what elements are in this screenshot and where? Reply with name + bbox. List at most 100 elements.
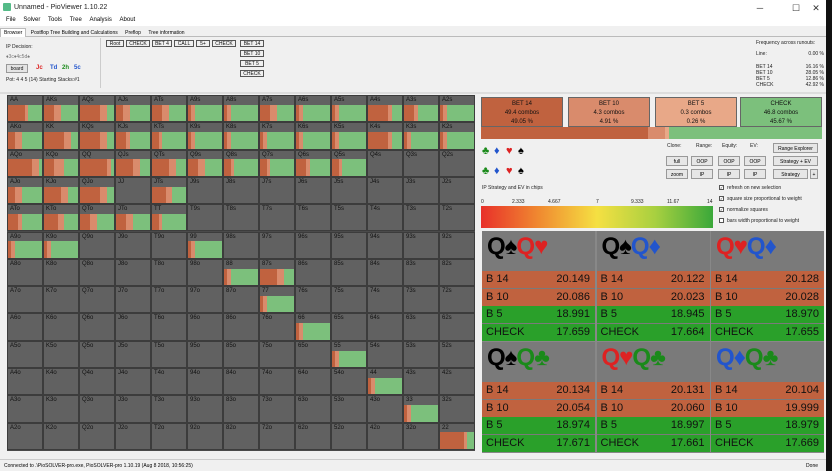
hand-cell-k7s[interactable]: K7s — [259, 122, 295, 150]
hand-cell-55[interactable]: 55 — [331, 340, 367, 368]
nav-bet-4[interactable]: BET 4 — [152, 40, 172, 47]
hand-cell-k3s[interactable]: K3s — [403, 122, 439, 150]
hand-cell-kjs[interactable]: KJs — [115, 122, 151, 150]
hand-cell-jto[interactable]: JTo — [115, 204, 151, 232]
range-explorer-button[interactable]: Range Explorer — [773, 143, 818, 153]
tab-postflop[interactable]: Postflop Tree Building and Calculations — [28, 29, 121, 37]
hand-cell-t8s[interactable]: T8s — [223, 204, 259, 232]
menu-analysis[interactable]: Analysis — [90, 17, 112, 23]
hand-cell-a7s[interactable]: A7s — [259, 95, 295, 123]
hand-cell-74o[interactable]: 74o — [259, 368, 295, 396]
hand-cell-q8s[interactable]: Q8s — [223, 149, 259, 177]
refresh-checkbox[interactable]: ✓ — [719, 185, 724, 190]
hand-cell-j6s[interactable]: J6s — [295, 176, 331, 205]
hand-cell-a3s[interactable]: A3s — [403, 95, 439, 123]
hand-cell-93o[interactable]: 93o — [187, 395, 223, 423]
diamond-filter-icon[interactable]: ♦ — [494, 165, 500, 177]
hand-cell-k3o[interactable]: K3o — [43, 395, 79, 423]
hand-cell-q5o[interactable]: Q5o — [79, 340, 115, 368]
hand-cell-kk[interactable]: KK — [43, 122, 79, 150]
combo-cell[interactable]: Q♠Q♥ B 14 20.149 B 10 20.086 B 5 18.991 CHECK 17… — [482, 231, 595, 341]
hand-cell-42o[interactable]: 42o — [367, 422, 403, 450]
hand-cell-t5s[interactable]: T5s — [331, 204, 367, 232]
hand-cell-73o[interactable]: 73o — [259, 395, 295, 423]
maximize-button[interactable]: ☐ — [786, 2, 806, 14]
hand-cell-53s[interactable]: 53s — [403, 340, 439, 368]
hand-cell-j4s[interactable]: J4s — [367, 176, 403, 205]
hand-cell-k9s[interactable]: K9s — [187, 122, 223, 150]
hand-cell-22[interactable]: 22 — [439, 422, 475, 450]
hand-cell-q9o[interactable]: Q9o — [79, 231, 115, 259]
hand-cell-ajo[interactable]: AJo — [7, 176, 43, 205]
hand-cell-52s[interactable]: 52s — [439, 340, 475, 368]
hand-cell-a3o[interactable]: A3o — [7, 395, 43, 423]
nav-bet-10[interactable]: BET 10 — [240, 50, 264, 57]
hand-cell-q2o[interactable]: Q2o — [79, 422, 115, 450]
hand-cell-83s[interactable]: 83s — [403, 258, 439, 287]
hand-cell-a4o[interactable]: A4o — [7, 368, 43, 396]
hand-cell-a8o[interactable]: A8o — [7, 258, 43, 287]
hand-cell-tt[interactable]: TT — [151, 204, 187, 232]
hand-cell-a7o[interactable]: A7o — [7, 286, 43, 314]
combo-cell[interactable]: Q♥Q♦ B 14 20.128 B 10 20.028 B 5 18.970 CHECK 17… — [711, 231, 824, 341]
hand-cell-q8o[interactable]: Q8o — [79, 258, 115, 287]
hand-cell-k2s[interactable]: K2s — [439, 122, 475, 150]
hand-cell-63s[interactable]: 63s — [403, 313, 439, 341]
hand-cell-q6s[interactable]: Q6s — [295, 149, 331, 177]
clone-zoom-button[interactable]: zoom — [666, 169, 688, 179]
menu-solver[interactable]: Solver — [23, 17, 40, 23]
strategy-button[interactable]: Strategy — [773, 169, 808, 179]
tab-browser[interactable]: Browser — [0, 28, 27, 37]
hand-cell-t4s[interactable]: T4s — [367, 204, 403, 232]
hand-cell-aqs[interactable]: AQs — [79, 95, 115, 123]
hand-cell-a4s[interactable]: A4s — [367, 95, 403, 123]
hand-cell-k4s[interactable]: K4s — [367, 122, 403, 150]
hand-cell-72o[interactable]: 72o — [259, 422, 295, 450]
close-button[interactable]: ✕ — [806, 2, 826, 14]
hand-cell-q4s[interactable]: Q4s — [367, 149, 403, 177]
hand-cell-q3s[interactable]: Q3s — [403, 149, 439, 177]
hand-cell-83o[interactable]: 83o — [223, 395, 259, 423]
hand-cell-84s[interactable]: 84s — [367, 258, 403, 287]
hand-cell-82s[interactable]: 82s — [439, 258, 475, 287]
nav-call[interactable]: CALL — [174, 40, 194, 47]
combo-cell[interactable]: Q♥Q♣ B 14 20.131 B 10 20.060 B 5 18.997 CHECK 17… — [596, 342, 710, 452]
hand-cell-kts[interactable]: KTs — [151, 122, 187, 150]
nav-check-3[interactable]: CHECK — [240, 70, 264, 77]
hand-cell-73s[interactable]: 73s — [403, 286, 439, 314]
action-bet-14[interactable]: BET 14 49.4 combos 49.05 % — [481, 97, 563, 127]
hand-cell-a5s[interactable]: A5s — [331, 95, 367, 123]
hand-cell-87s[interactable]: 87s — [259, 258, 295, 287]
hand-cell-kqs[interactable]: KQs — [79, 122, 115, 150]
hand-cell-92o[interactable]: 92o — [187, 422, 223, 450]
hand-cell-j7o[interactable]: J7o — [115, 286, 151, 314]
tab-preflop[interactable]: Preflop — [122, 29, 144, 37]
heart-filter-icon[interactable]: ♥ — [506, 145, 513, 157]
bars-width-checkbox[interactable] — [719, 218, 724, 223]
hand-cell-t7o[interactable]: T7o — [151, 286, 187, 314]
hand-cell-33[interactable]: 33 — [403, 395, 439, 423]
hand-cell-j6o[interactable]: J6o — [115, 313, 151, 341]
hand-cell-t9o[interactable]: T9o — [151, 231, 187, 259]
hand-cell-97s[interactable]: 97s — [259, 231, 295, 259]
diamond-filter-icon[interactable]: ♦ — [494, 145, 500, 157]
hand-cell-j9s[interactable]: J9s — [187, 176, 223, 205]
hand-cell-76o[interactable]: 76o — [259, 313, 295, 341]
hand-cell-k4o[interactable]: K4o — [43, 368, 79, 396]
hand-cell-t6o[interactable]: T6o — [151, 313, 187, 341]
range-ip-button[interactable]: IP — [691, 169, 713, 179]
hand-cell-a9s[interactable]: A9s — [187, 95, 223, 123]
hand-cell-a2o[interactable]: A2o — [7, 422, 43, 450]
clone-full-button[interactable]: full — [666, 156, 688, 166]
hand-cell-k9o[interactable]: K9o — [43, 231, 79, 259]
hand-cell-66[interactable]: 66 — [295, 313, 331, 341]
hand-cell-54o[interactable]: 54o — [331, 368, 367, 396]
hand-cell-97o[interactable]: 97o — [187, 286, 223, 314]
menu-about[interactable]: About — [120, 17, 136, 23]
normalize-checkbox[interactable]: ✓ — [719, 207, 724, 212]
hand-cell-ako[interactable]: AKo — [7, 122, 43, 150]
hand-cell-a6s[interactable]: A6s — [295, 95, 331, 123]
hand-cell-82o[interactable]: 82o — [223, 422, 259, 450]
hand-cell-k8o[interactable]: K8o — [43, 258, 79, 287]
hand-cell-j4o[interactable]: J4o — [115, 368, 151, 396]
